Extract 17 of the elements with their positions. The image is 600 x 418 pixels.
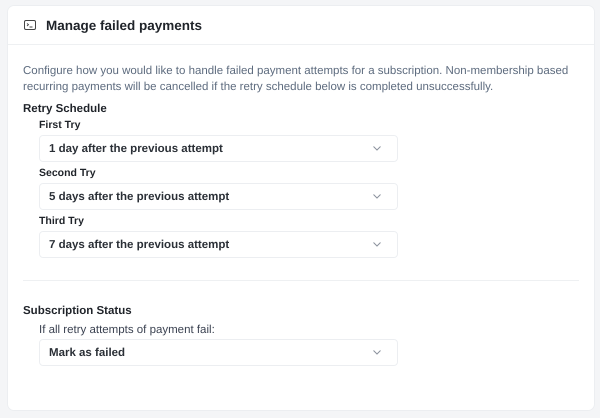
- card-title: Manage failed payments: [46, 18, 202, 32]
- field-label: If all retry attempts of payment fail:: [39, 323, 216, 338]
- field-label: Second Try: [39, 166, 97, 180]
- dropdown-select[interactable]: 1 day after the previous attempt: [39, 135, 398, 162]
- chevron-down-icon: [373, 146, 381, 151]
- dropdown-select[interactable]: 7 days after the previous attempt: [39, 231, 398, 258]
- description-text: Configure how you would like to handle failed payment attempts for a subscription. Non-membership based recurring payments will be cancelled if the retry schedule below is completed unsuccessfully.: [23, 64, 570, 95]
- dropdown-select[interactable]: 5 days after the previous attempt: [39, 183, 398, 210]
- dropdown-select[interactable]: Mark as failed: [39, 339, 398, 366]
- chevron-down-icon: [373, 242, 381, 247]
- chevron-down-icon: [373, 350, 381, 355]
- field-label: First Try: [39, 118, 82, 132]
- section-heading: Retry Schedule: [23, 102, 108, 117]
- field-label: Third Try: [39, 214, 85, 228]
- terminal-icon: [24, 20, 36, 30]
- chevron-down-icon: [373, 194, 381, 199]
- section-heading: Subscription Status: [23, 304, 133, 319]
